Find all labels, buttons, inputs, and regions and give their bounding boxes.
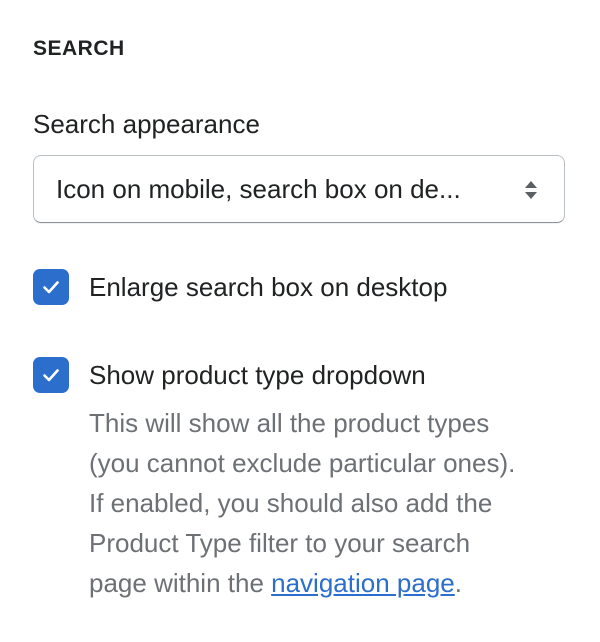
product-type-label: Show product type dropdown xyxy=(89,360,426,390)
help-text-prefix: page within the xyxy=(89,568,272,598)
help-text-line: This will show all the product types xyxy=(89,408,490,438)
checkmark-icon xyxy=(43,281,59,294)
product-type-checkbox[interactable] xyxy=(33,357,69,393)
enlarge-search-label: Enlarge search box on desktop xyxy=(89,272,448,302)
navigation-page-link[interactable]: navigation page xyxy=(271,568,455,598)
search-appearance-select[interactable]: Icon on mobile, search box on de... xyxy=(33,155,565,223)
checkmark-icon xyxy=(43,369,59,382)
enlarge-search-checkbox-row[interactable]: Enlarge search box on desktop xyxy=(33,269,553,305)
product-type-checkbox-row[interactable]: Show product type dropdown xyxy=(33,357,553,393)
search-appearance-selected-value: Icon on mobile, search box on de... xyxy=(56,174,461,204)
help-text-suffix: . xyxy=(454,568,462,598)
help-text-line-last: page within the navigation page. xyxy=(89,563,589,603)
help-text-line: Product Type filter to your search xyxy=(89,528,471,558)
select-arrows-icon xyxy=(525,181,537,199)
enlarge-search-checkbox[interactable] xyxy=(33,269,69,305)
section-title: SEARCH xyxy=(33,37,125,60)
search-appearance-label: Search appearance xyxy=(33,109,260,139)
search-settings-panel: SEARCH Search appearance Icon on mobile,… xyxy=(0,0,600,642)
help-text-line: (you cannot exclude particular ones). xyxy=(89,448,516,478)
help-text-line: If enabled, you should also add the xyxy=(89,488,493,518)
product-type-help-text: This will show all the product types (yo… xyxy=(89,403,589,603)
